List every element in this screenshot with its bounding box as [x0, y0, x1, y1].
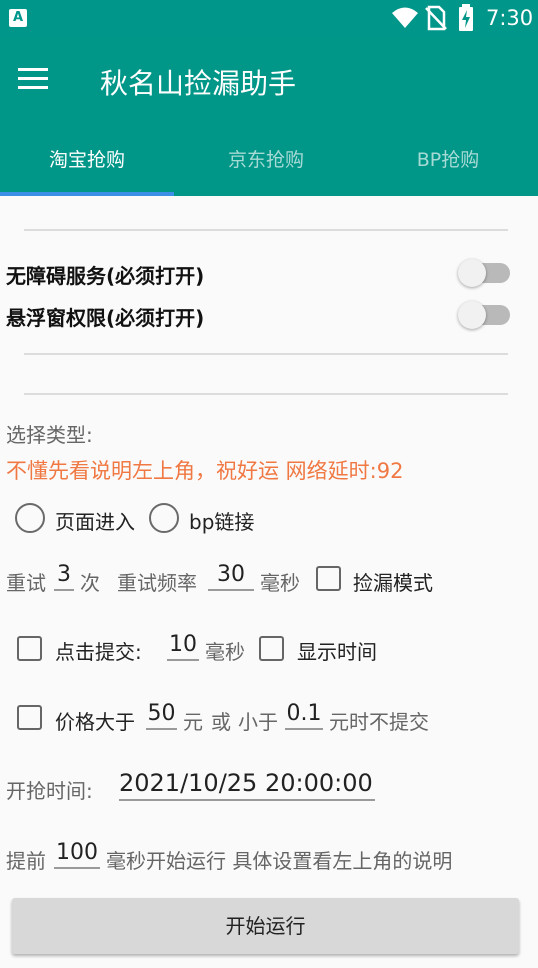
overlay-permission-label: 悬浮窗权限(必须打开) [6, 306, 205, 330]
overlay-permission-switch[interactable] [458, 300, 514, 330]
tab-indicator [0, 192, 174, 196]
click-submit-unit: 毫秒 [205, 640, 245, 664]
show-time-label: 显示时间 [297, 640, 377, 664]
status-bar: A 7:30 [0, 0, 538, 38]
app-notification-icon: A [9, 9, 27, 27]
retry-count-unit: 次 [80, 571, 100, 595]
price-greater-label: 价格大于 [55, 710, 135, 734]
menu-icon[interactable] [18, 68, 48, 92]
select-type-label: 选择类型: [6, 423, 93, 447]
start-time-field[interactable]: 2021/10/25 20:00:00 [119, 769, 375, 801]
radio-page-entry[interactable] [15, 503, 45, 533]
notice-text: 不懂先看说明左上角，祝好运 网络延时:92 [6, 459, 404, 483]
accessibility-switch[interactable] [458, 258, 514, 288]
price-suffix: 元时不提交 [329, 710, 429, 734]
advance-prefix: 提前 [6, 849, 46, 873]
tab-bp[interactable]: BP抢购 [358, 124, 538, 196]
retry-frequency-unit: 毫秒 [260, 571, 300, 595]
radio-page-entry-label: 页面进入 [55, 510, 135, 534]
retry-frequency-field[interactable]: 30 [208, 562, 254, 591]
battery-charging-icon [459, 4, 473, 31]
start-time-label: 开抢时间: [6, 779, 93, 803]
advance-suffix: 毫秒开始运行 具体设置看左上角的说明 [106, 849, 453, 873]
no-sim-icon [425, 5, 447, 31]
price-filter-checkbox[interactable] [17, 705, 42, 730]
tab-bar: 淘宝抢购 京东抢购 BP抢购 [0, 124, 538, 196]
radio-bp-link[interactable] [149, 503, 179, 533]
show-time-checkbox[interactable] [259, 636, 284, 661]
divider [24, 353, 508, 355]
click-submit-delay-field[interactable]: 10 [167, 632, 199, 661]
retry-label: 重试 [6, 571, 46, 595]
price-less-field[interactable]: 0.1 [285, 701, 323, 730]
wifi-icon [392, 7, 418, 28]
tab-jd[interactable]: 京东抢购 [176, 124, 356, 196]
tab-taobao[interactable]: 淘宝抢购 [0, 124, 174, 196]
app-title: 秋名山捡漏助手 [100, 67, 297, 100]
app-toolbar: 秋名山捡漏助手 [0, 38, 538, 124]
divider [24, 393, 508, 395]
price-unit: 元 [183, 710, 203, 734]
click-submit-label: 点击提交: [55, 640, 142, 664]
price-greater-field[interactable]: 50 [146, 701, 177, 730]
clock: 7:30 [486, 6, 534, 30]
accessibility-label: 无障碍服务(必须打开) [6, 264, 205, 288]
pickup-mode-label: 捡漏模式 [353, 571, 433, 595]
retry-count-field[interactable]: 3 [54, 562, 74, 591]
divider [24, 229, 508, 231]
price-or-label: 或 [211, 710, 231, 734]
start-button[interactable]: 开始运行 [12, 898, 519, 954]
pickup-mode-checkbox[interactable] [316, 566, 341, 591]
radio-bp-link-label: bp链接 [189, 510, 255, 534]
advance-ms-field[interactable]: 100 [54, 840, 100, 869]
retry-frequency-label: 重试频率 [117, 571, 197, 595]
price-less-label: 小于 [238, 710, 278, 734]
click-submit-checkbox[interactable] [17, 636, 42, 661]
